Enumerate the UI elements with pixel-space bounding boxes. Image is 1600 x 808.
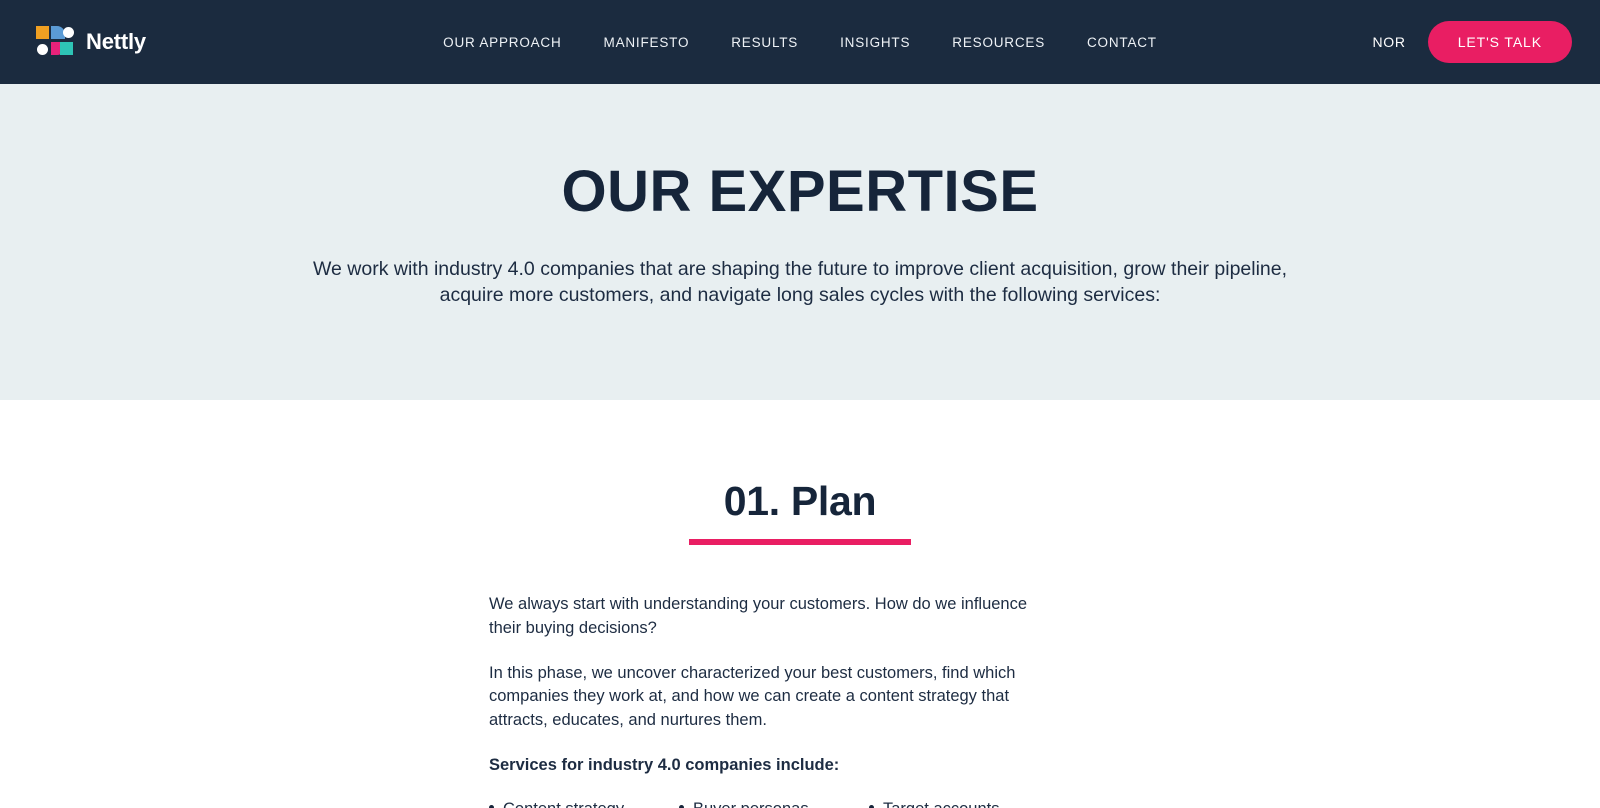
nav-item-insights[interactable]: INSIGHTS: [840, 35, 910, 50]
header-actions: NOR LET'S TALK: [1372, 21, 1572, 63]
list-item: Target accounts: [869, 800, 1059, 808]
title-underline-rule: [689, 539, 911, 545]
section-paragraph-2: In this phase, we uncover characterized …: [489, 663, 1016, 730]
services-label: Services for industry 4.0 companies incl…: [489, 755, 840, 774]
bullet-icon: [679, 804, 684, 808]
section-title: 01. Plan: [723, 478, 877, 524]
nav-item-manifesto[interactable]: MANIFESTO: [604, 35, 690, 50]
section-header: 01. Plan: [0, 478, 1600, 545]
nav-item-results[interactable]: RESULTS: [731, 35, 798, 50]
list-item: Buyer personas: [679, 800, 869, 808]
hero-section: OUR EXPERTISE We work with industry 4.0 …: [0, 84, 1600, 400]
site-header: Nettly OUR APPROACH MANIFESTO RESULTS IN…: [0, 0, 1600, 84]
brand-name: Nettly: [86, 29, 146, 54]
nettly-logo-icon: [36, 25, 74, 59]
hero-subtitle: We work with industry 4.0 companies that…: [312, 257, 1288, 306]
language-switcher[interactable]: NOR: [1372, 34, 1405, 50]
main-navigation: OUR APPROACH MANIFESTO RESULTS INSIGHTS …: [443, 35, 1157, 50]
bullet-icon: [869, 804, 874, 808]
services-list: Content strategy Buyer personas Target a…: [489, 800, 1059, 808]
bullet-icon: [489, 804, 494, 808]
brand-logo[interactable]: Nettly: [36, 25, 146, 59]
lets-talk-button[interactable]: LET'S TALK: [1427, 21, 1572, 63]
section-paragraph-1: We always start with understanding your …: [489, 595, 1028, 637]
page-title: OUR EXPERTISE: [561, 159, 1039, 224]
service-label: Buyer personas: [693, 800, 809, 808]
nav-item-resources[interactable]: RESOURCES: [952, 35, 1045, 50]
content-section: 01. Plan We always start with understand…: [0, 400, 1600, 808]
service-label: Content strategy: [503, 800, 624, 808]
service-label: Target accounts: [883, 800, 999, 808]
section-body: We always start with understanding your …: [489, 593, 1059, 808]
nav-item-our-approach[interactable]: OUR APPROACH: [443, 35, 561, 50]
nav-item-contact[interactable]: CONTACT: [1087, 35, 1157, 50]
list-item: Content strategy: [489, 800, 679, 808]
